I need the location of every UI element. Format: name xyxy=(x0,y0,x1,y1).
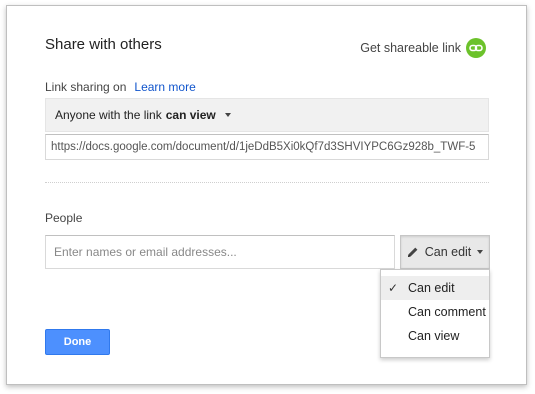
people-input[interactable] xyxy=(45,235,395,269)
chevron-down-icon xyxy=(224,113,231,117)
permission-menu: ✓ Can edit Can comment Can view xyxy=(380,269,490,358)
menu-item-can-comment[interactable]: Can comment xyxy=(381,300,489,324)
pencil-icon xyxy=(407,246,419,258)
chevron-down-icon xyxy=(477,250,484,254)
get-shareable-link-label: Get shareable link xyxy=(360,41,461,55)
check-icon: ✓ xyxy=(388,281,399,295)
learn-more-link[interactable]: Learn more xyxy=(134,80,195,94)
divider xyxy=(45,182,489,183)
share-dialog: Share with others Get shareable link Lin… xyxy=(6,5,527,385)
done-button[interactable]: Done xyxy=(45,329,110,355)
link-icon xyxy=(466,38,486,58)
link-sharing-status: Link sharing on Learn more xyxy=(45,80,196,94)
link-access-prefix: Anyone with the link xyxy=(55,108,162,122)
link-sharing-label: Link sharing on xyxy=(45,80,127,94)
permission-dropdown-button[interactable]: Can edit xyxy=(400,235,490,269)
dialog-title: Share with others xyxy=(45,36,162,53)
link-access-permission: can view xyxy=(165,108,216,122)
menu-item-can-view[interactable]: Can view xyxy=(381,324,489,348)
get-shareable-link-button[interactable]: Get shareable link xyxy=(360,38,486,58)
share-url-field[interactable] xyxy=(45,134,489,160)
permission-button-label: Can edit xyxy=(424,245,472,259)
link-access-dropdown[interactable]: Anyone with the link can view xyxy=(45,98,489,132)
menu-item-label: Can comment xyxy=(408,305,486,319)
people-label: People xyxy=(45,211,83,225)
menu-item-label: Can view xyxy=(408,329,460,343)
menu-item-can-edit[interactable]: ✓ Can edit xyxy=(381,276,489,300)
menu-item-label: Can edit xyxy=(408,281,455,295)
